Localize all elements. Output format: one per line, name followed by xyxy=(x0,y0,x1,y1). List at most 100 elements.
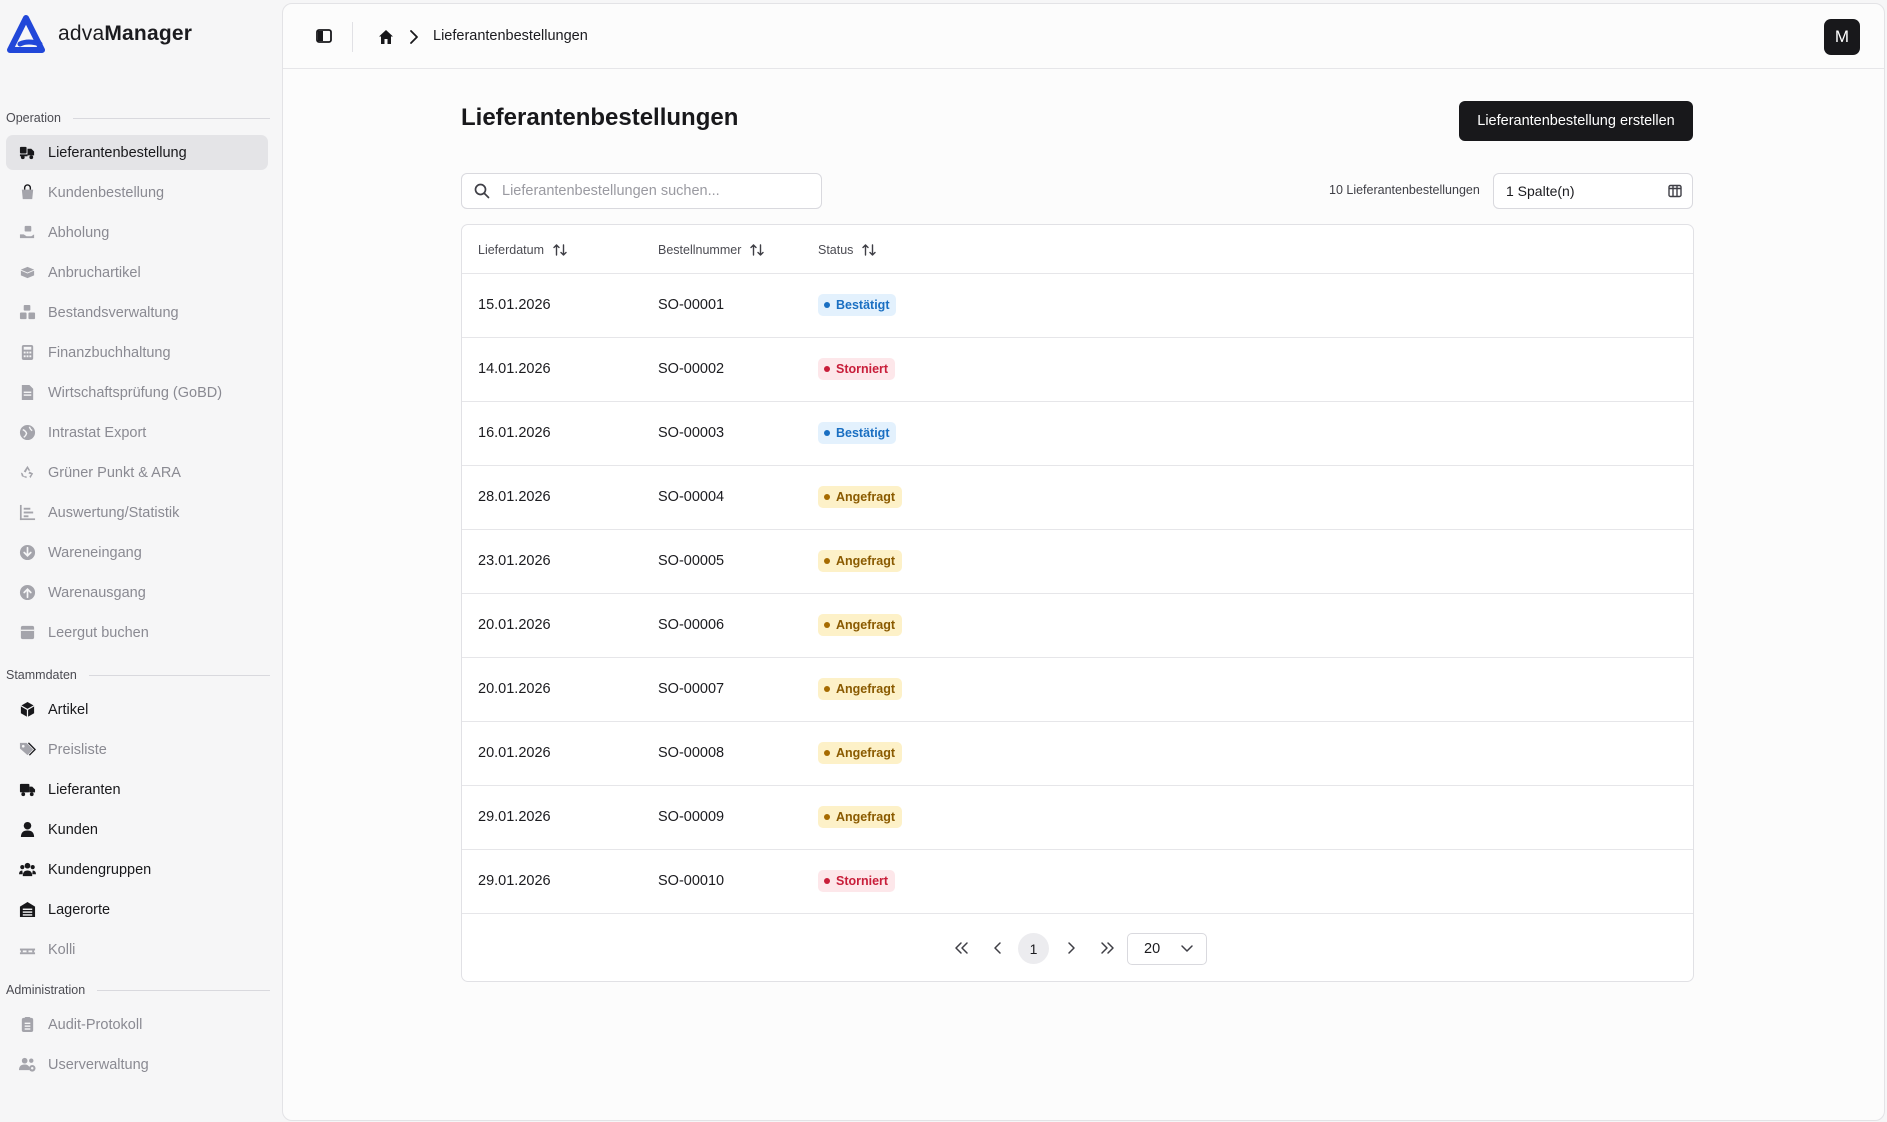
sidebar-item-abholung[interactable]: Abholung xyxy=(6,215,268,250)
sidebar-item-finanzbuchhaltung[interactable]: Finanzbuchhaltung xyxy=(6,335,268,370)
page-size-value: 20 xyxy=(1144,941,1161,957)
cell-bestellnummer: SO-00007 xyxy=(658,681,725,697)
sidebar-item-label: Lieferanten xyxy=(48,781,121,798)
cell-lieferdatum: 20.01.2026 xyxy=(478,617,551,633)
cell-bestellnummer: SO-00008 xyxy=(658,745,725,761)
status-label: Bestätigt xyxy=(836,426,890,440)
sort-icon xyxy=(553,244,567,256)
status-badge: Angefragt xyxy=(818,550,903,572)
sidebar-item-kundenbestellung[interactable]: Kundenbestellung xyxy=(6,175,268,210)
table-row[interactable]: 20.01.2026 SO-00007 Angefragt xyxy=(462,658,1693,722)
home-icon[interactable] xyxy=(377,28,395,46)
sidebar-item-kolli[interactable]: Kolli xyxy=(6,932,268,967)
sidebar-item-label: Intrastat Export xyxy=(48,424,147,441)
clipboard-list-icon xyxy=(18,1016,36,1034)
sidebar-item-lagerorte[interactable]: Lagerorte xyxy=(6,892,268,927)
chevrons-right-icon xyxy=(1101,942,1114,954)
previous-page-button[interactable] xyxy=(983,933,1013,963)
cell-lieferdatum: 29.01.2026 xyxy=(478,873,551,889)
status-dot-icon xyxy=(824,814,830,820)
status-label: Angefragt xyxy=(836,554,896,568)
section-label-stammdaten: Stammdaten xyxy=(6,668,270,682)
sidebar-item-label: Bestandsverwaltung xyxy=(48,304,179,321)
search-icon xyxy=(474,183,490,199)
cell-bestellnummer: SO-00010 xyxy=(658,873,725,889)
arrow-up-circle-icon xyxy=(18,584,36,602)
shopping-bag-icon xyxy=(18,184,36,202)
sidebar-item-grüner-punkt-ara[interactable]: Grüner Punkt & ARA xyxy=(6,455,268,490)
column-header-lieferdatum[interactable]: Lieferdatum xyxy=(478,242,568,258)
last-page-button[interactable] xyxy=(1092,933,1122,963)
status-badge: Storniert xyxy=(818,870,896,892)
brand-logo[interactable]: advaManager xyxy=(6,14,192,54)
first-page-button[interactable] xyxy=(947,933,977,963)
avatar[interactable]: M xyxy=(1824,19,1860,55)
table-row[interactable]: 15.01.2026 SO-00001 Bestätigt xyxy=(462,274,1693,338)
table-row[interactable]: 29.01.2026 SO-00009 Angefragt xyxy=(462,786,1693,850)
search-input[interactable] xyxy=(500,182,804,200)
sidebar-item-lieferantenbestellung[interactable]: Lieferantenbestellung xyxy=(6,135,268,170)
cell-bestellnummer: SO-00003 xyxy=(658,425,725,441)
sidebar-item-label: Wareneingang xyxy=(48,544,142,561)
section-label-administration: Administration xyxy=(6,983,270,997)
cell-bestellnummer: SO-00001 xyxy=(658,297,725,313)
columns-icon xyxy=(1668,184,1682,198)
sidebar-item-artikel[interactable]: Artikel xyxy=(6,692,268,727)
table-row[interactable]: 29.01.2026 SO-00010 Storniert xyxy=(462,850,1693,914)
create-supplier-order-button[interactable]: Lieferantenbestellung erstellen xyxy=(1459,101,1693,141)
table-row[interactable]: 20.01.2026 SO-00006 Angefragt xyxy=(462,594,1693,658)
sidebar-item-userverwaltung[interactable]: Userverwaltung xyxy=(6,1047,268,1082)
chevron-right-icon xyxy=(410,30,418,44)
status-label: Angefragt xyxy=(836,682,896,696)
tags-icon xyxy=(18,741,36,759)
sidebar: advaManager Operation Lieferantenbestell… xyxy=(0,0,282,1122)
sidebar-item-preisliste[interactable]: Preisliste xyxy=(6,732,268,767)
status-label: Storniert xyxy=(836,874,889,888)
cell-bestellnummer: SO-00004 xyxy=(658,489,725,505)
sidebar-item-auswertung-statistik[interactable]: Auswertung/Statistik xyxy=(6,495,268,530)
sidebar-item-label: Audit-Protokoll xyxy=(48,1016,143,1033)
column-header-bestellnummer[interactable]: Bestellnummer xyxy=(658,242,765,258)
hand-box-icon xyxy=(18,224,36,242)
status-dot-icon xyxy=(824,302,830,308)
sidebar-item-warenausgang[interactable]: Warenausgang xyxy=(6,575,268,610)
sidebar-item-audit-protokoll[interactable]: Audit-Protokoll xyxy=(6,1007,268,1042)
columns-select[interactable]: 1 Spalte(n) xyxy=(1493,173,1693,209)
status-badge: Angefragt xyxy=(818,678,903,700)
sidebar-item-wareneingang[interactable]: Wareneingang xyxy=(6,535,268,570)
column-header-status[interactable]: Status xyxy=(818,242,877,258)
sidebar-item-wirtschaftsprüfung-gobd[interactable]: Wirtschaftsprüfung (GoBD) xyxy=(6,375,268,410)
status-label: Storniert xyxy=(836,362,889,376)
cell-bestellnummer: SO-00002 xyxy=(658,361,725,377)
cell-bestellnummer: SO-00005 xyxy=(658,553,725,569)
sidebar-item-intrastat-export[interactable]: Intrastat Export xyxy=(6,415,268,450)
advamanager-logo-icon xyxy=(7,15,45,53)
sidebar-item-label: Finanzbuchhaltung xyxy=(48,344,171,361)
orders-table: Lieferdatum Bestellnummer Status 15.01.2… xyxy=(461,224,1694,982)
sidebar-item-bestandsverwaltung[interactable]: Bestandsverwaltung xyxy=(6,295,268,330)
chevron-left-icon xyxy=(994,942,1001,954)
page-size-select[interactable]: 20 xyxy=(1127,933,1207,965)
sidebar-item-kunden[interactable]: Kunden xyxy=(6,812,268,847)
sidebar-item-label: Kolli xyxy=(48,941,76,958)
table-row[interactable]: 20.01.2026 SO-00008 Angefragt xyxy=(462,722,1693,786)
table-row[interactable]: 23.01.2026 SO-00005 Angefragt xyxy=(462,530,1693,594)
columns-select-value: 1 Spalte(n) xyxy=(1506,183,1575,199)
sidebar-item-leergut-buchen[interactable]: Leergut buchen xyxy=(6,615,268,650)
sidebar-item-kundengruppen[interactable]: Kundengruppen xyxy=(6,852,268,887)
truck-box-icon xyxy=(18,144,36,162)
table-row[interactable]: 14.01.2026 SO-00002 Storniert xyxy=(462,338,1693,402)
current-page-button[interactable]: 1 xyxy=(1018,933,1049,964)
status-label: Bestätigt xyxy=(836,298,890,312)
table-row[interactable]: 16.01.2026 SO-00003 Bestätigt xyxy=(462,402,1693,466)
sidebar-toggle-button[interactable] xyxy=(314,26,334,46)
sidebar-item-anbruchartikel[interactable]: Anbruchartikel xyxy=(6,255,268,290)
page-title: Lieferantenbestellungen xyxy=(461,104,739,131)
sidebar-item-lieferanten[interactable]: Lieferanten xyxy=(6,772,268,807)
status-dot-icon xyxy=(824,494,830,500)
table-row[interactable]: 28.01.2026 SO-00004 Angefragt xyxy=(462,466,1693,530)
next-page-button[interactable] xyxy=(1056,933,1086,963)
section-label-operation: Operation xyxy=(6,111,270,125)
main-panel: Lieferantenbestellungen M Lieferantenbes… xyxy=(282,3,1885,1121)
pagination: 1 20 xyxy=(462,917,1693,981)
